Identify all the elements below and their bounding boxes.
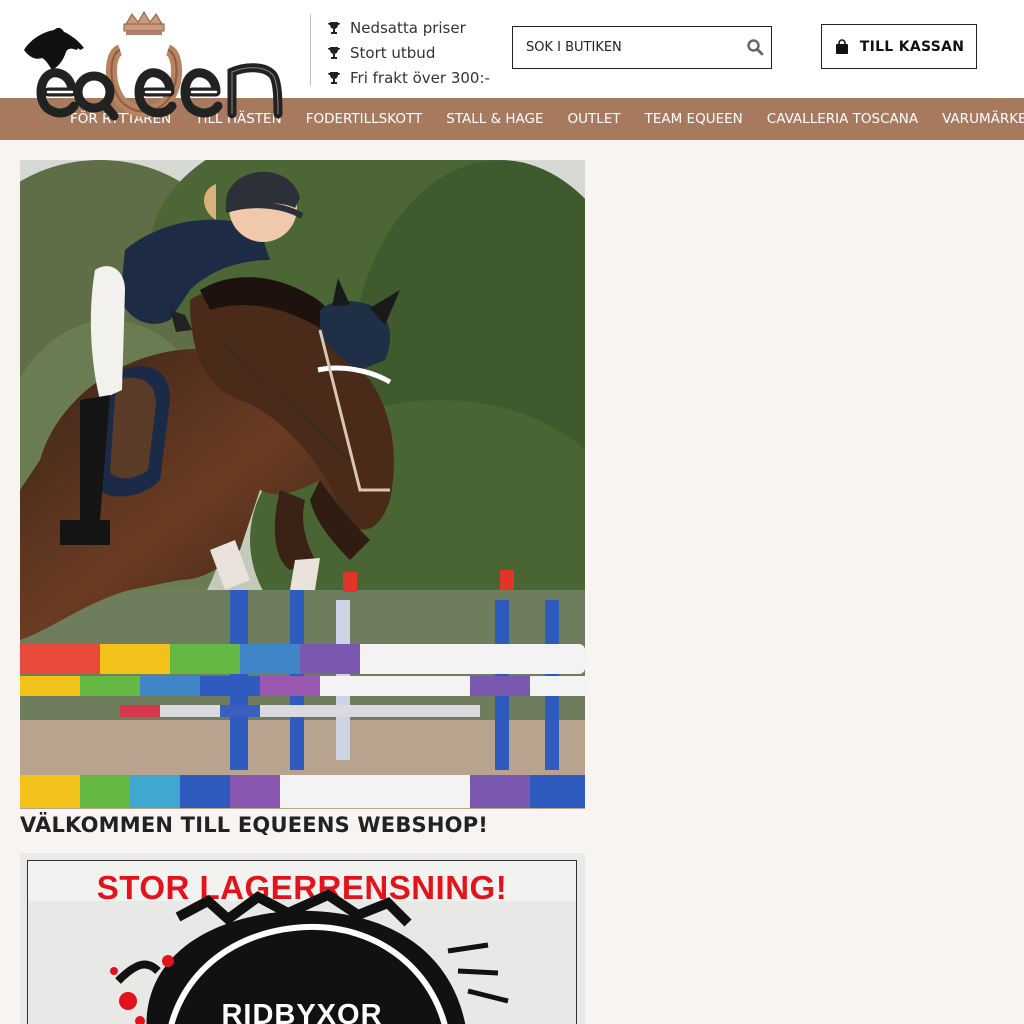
show-jumping-photo (20, 160, 585, 809)
usp-item: Nedsatta priser (326, 15, 490, 40)
checkout-label: TILL KASSAN (859, 38, 965, 55)
nav-item-varumarken[interactable]: VARUMÄRKEN (930, 111, 1024, 127)
usp-text: Stort utbud (350, 43, 436, 62)
welcome-title: VÄLKOMMEN TILL EQUEENS WEBSHOP! (20, 813, 489, 837)
search-input[interactable] (513, 27, 738, 68)
usp-text: Fri frakt över 300:- (350, 68, 490, 87)
nav-item-fodertillskott[interactable]: FODERTILLSKOTT (294, 111, 435, 127)
promo-banner[interactable]: STOR LAGERRENSNING! RIDBYXOR (20, 853, 585, 1024)
nav-item-outlet[interactable]: OUTLET (556, 111, 633, 127)
hero-image[interactable] (20, 160, 585, 809)
checkout-button[interactable]: TILL KASSAN (821, 24, 977, 69)
nav-item-team-equeen[interactable]: TEAM EQUEEN (633, 111, 755, 127)
brand-logo[interactable] (20, 10, 290, 140)
shopping-bag-icon (835, 38, 848, 54)
search-icon (747, 39, 764, 56)
search-button[interactable] (745, 38, 765, 58)
usp-text: Nedsatta priser (350, 18, 466, 37)
trophy-icon (328, 21, 340, 34)
header-divider (310, 14, 311, 86)
crown-icon (123, 11, 165, 35)
nav-item-cavalleria-toscana[interactable]: CAVALLERIA TOSCANA (755, 111, 930, 127)
nav-item-stall-hage[interactable]: STALL & HAGE (434, 111, 555, 127)
promo-banner-subtitle: RIDBYXOR (221, 999, 383, 1024)
trophy-icon (328, 71, 340, 84)
horse-head-icon (24, 27, 84, 70)
search-box (512, 26, 772, 69)
trophy-icon (328, 46, 340, 59)
usp-item: Stort utbud (326, 40, 490, 65)
usp-item: Fri frakt över 300:- (326, 65, 490, 90)
logo-graphic (24, 11, 283, 121)
promo-banner-frame: STOR LAGERRENSNING! RIDBYXOR (27, 860, 577, 1024)
usp-list: Nedsatta priser Stort utbud Fri frakt öv… (326, 15, 490, 90)
